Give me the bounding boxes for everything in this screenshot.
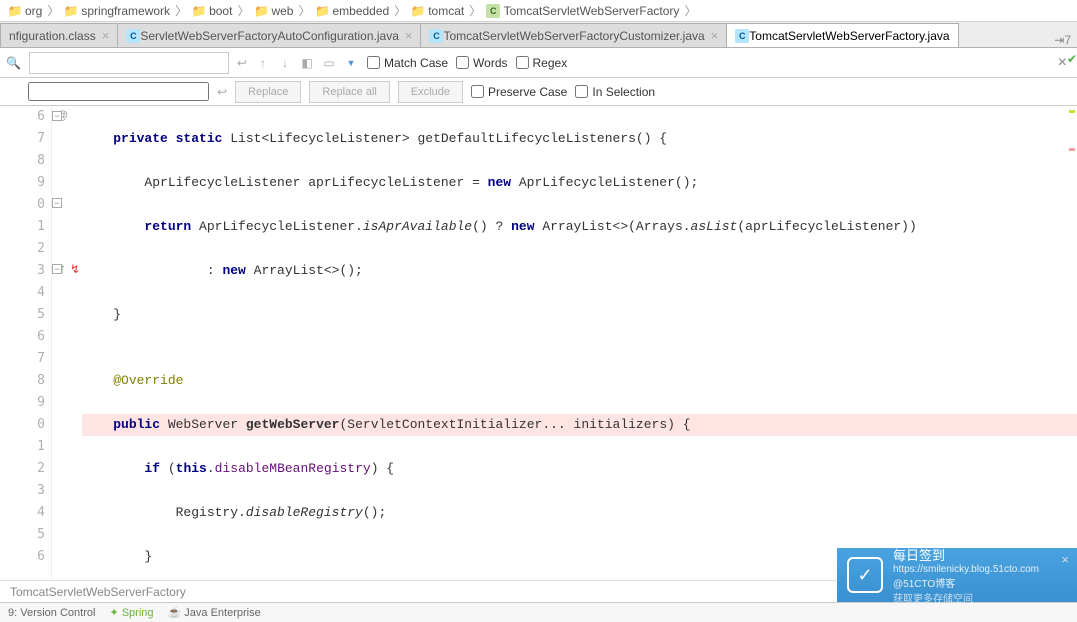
java-file-icon: C (126, 29, 140, 43)
preserve-case-checkbox[interactable]: Preserve Case (471, 85, 567, 99)
replace-button[interactable]: Replace (235, 81, 301, 103)
search-input[interactable] (29, 52, 229, 74)
replace-input[interactable] (28, 82, 209, 101)
close-icon[interactable]: × (711, 28, 719, 43)
replace-toolbar: ↩ Replace Replace all Exclude Preserve C… (0, 78, 1077, 106)
search-icon: 🔍 (6, 56, 21, 70)
override-down-icon[interactable]: ↯ (70, 262, 80, 276)
add-selection-icon[interactable]: ▭ (321, 55, 337, 71)
code-editor[interactable]: 678901234567890123456 @ ⬆ ↯ − − − privat… (0, 106, 1077, 604)
chevron-right-icon: 〉 (683, 2, 697, 19)
close-icon[interactable]: × (405, 28, 413, 43)
package-icon: 📁 (254, 4, 268, 18)
close-icon[interactable]: × (102, 28, 110, 43)
tab-tomcatservletwebserverfactory[interactable]: CTomcatServletWebServerFactory.java (726, 23, 958, 47)
java-enterprise-tab[interactable]: ☕ Java Enterprise (168, 606, 261, 619)
code-area[interactable]: private static List<LifecycleListener> g… (82, 106, 1077, 604)
popup-title: 每日签到 (893, 545, 1067, 564)
fold-toggle-icon[interactable]: − (52, 111, 62, 121)
package-icon: 📁 (315, 4, 329, 18)
chevron-right-icon: 〉 (297, 2, 311, 19)
arrow-up-icon[interactable]: ↑ (255, 55, 271, 71)
arrow-down-icon[interactable]: ↓ (277, 55, 293, 71)
breadcrumb-item-tomcat[interactable]: 📁tomcat (407, 4, 468, 18)
status-text: TomcatServletWebServerFactory (10, 585, 186, 599)
search-toolbar: 🔍 ↩ ↑ ↓ ◧ ▭ ▼ Match Case Words Regex × (0, 48, 1077, 78)
notification-popup[interactable]: ✓ 每日签到 https://smilenicky.blog.51cto.com… (837, 548, 1077, 602)
chevron-right-icon: 〉 (46, 2, 60, 19)
tool-window-bar: 9: Version Control ✦ Spring ☕ Java Enter… (0, 602, 1077, 622)
history-icon[interactable]: ↩ (217, 85, 227, 99)
breadcrumb-item-org[interactable]: 📁org (4, 4, 46, 18)
chevron-right-icon: 〉 (393, 2, 407, 19)
tab-servletwebserverfactoryautoconfiguration[interactable]: CServletWebServerFactoryAutoConfiguratio… (117, 23, 421, 47)
marker[interactable] (1069, 110, 1075, 113)
breadcrumb-item-web[interactable]: 📁web (250, 4, 297, 18)
line-number-gutter: 678901234567890123456 (0, 106, 52, 604)
breadcrumb-item-boot[interactable]: 📁boot (188, 4, 236, 18)
tab-overflow-indicator[interactable]: ⇥7 (1048, 33, 1077, 47)
chevron-right-icon: 〉 (468, 2, 482, 19)
select-all-icon[interactable]: ◧ (299, 55, 315, 71)
marker[interactable] (1069, 148, 1075, 151)
package-icon: 📁 (192, 4, 206, 18)
chevron-right-icon: 〉 (236, 2, 250, 19)
exclude-button[interactable]: Exclude (398, 81, 463, 103)
package-icon: 📁 (8, 4, 22, 18)
editor-tabs: nfiguration.class× CServletWebServerFact… (0, 22, 1077, 48)
spring-tab[interactable]: ✦ Spring (109, 606, 153, 619)
package-icon: 📁 (411, 4, 425, 18)
history-icon[interactable]: ↩ (237, 56, 247, 70)
class-icon: C (486, 4, 500, 18)
in-selection-checkbox[interactable]: In Selection (575, 85, 655, 99)
breadcrumb-item-embedded[interactable]: 📁embedded (311, 4, 393, 18)
match-case-checkbox[interactable]: Match Case (367, 56, 448, 70)
version-control-tab[interactable]: 9: Version Control (8, 607, 95, 619)
java-file-icon: C (429, 29, 443, 43)
chevron-right-icon: 〉 (174, 2, 188, 19)
tab-nfiguration[interactable]: nfiguration.class× (0, 23, 118, 47)
words-checkbox[interactable]: Words (456, 56, 507, 70)
regex-checkbox[interactable]: Regex (516, 56, 568, 70)
breadcrumb-item-class[interactable]: C TomcatServletWebServerFactory (482, 4, 683, 18)
error-stripe[interactable]: ✔ (1067, 48, 1077, 546)
status-ok-icon: ✔ (1067, 52, 1077, 66)
gutter-marks: @ ⬆ ↯ − − − (52, 106, 82, 604)
breadcrumb-item-springframework[interactable]: 📁springframework (60, 4, 174, 18)
breadcrumb: 📁org〉 📁springframework〉 📁boot〉 📁web〉 📁em… (0, 0, 1077, 22)
tab-tomcatservletwebserverfactorycustomizer[interactable]: CTomcatServletWebServerFactoryCustomizer… (420, 23, 727, 47)
package-icon: 📁 (64, 4, 78, 18)
fold-toggle-icon[interactable]: − (52, 198, 62, 208)
close-icon[interactable]: × (1061, 552, 1069, 567)
java-file-icon: C (735, 29, 749, 43)
fold-toggle-icon[interactable]: − (52, 264, 62, 274)
replace-all-button[interactable]: Replace all (309, 81, 389, 103)
filter-icon[interactable]: ▼ (343, 55, 359, 71)
checkin-icon: ✓ (847, 557, 883, 593)
